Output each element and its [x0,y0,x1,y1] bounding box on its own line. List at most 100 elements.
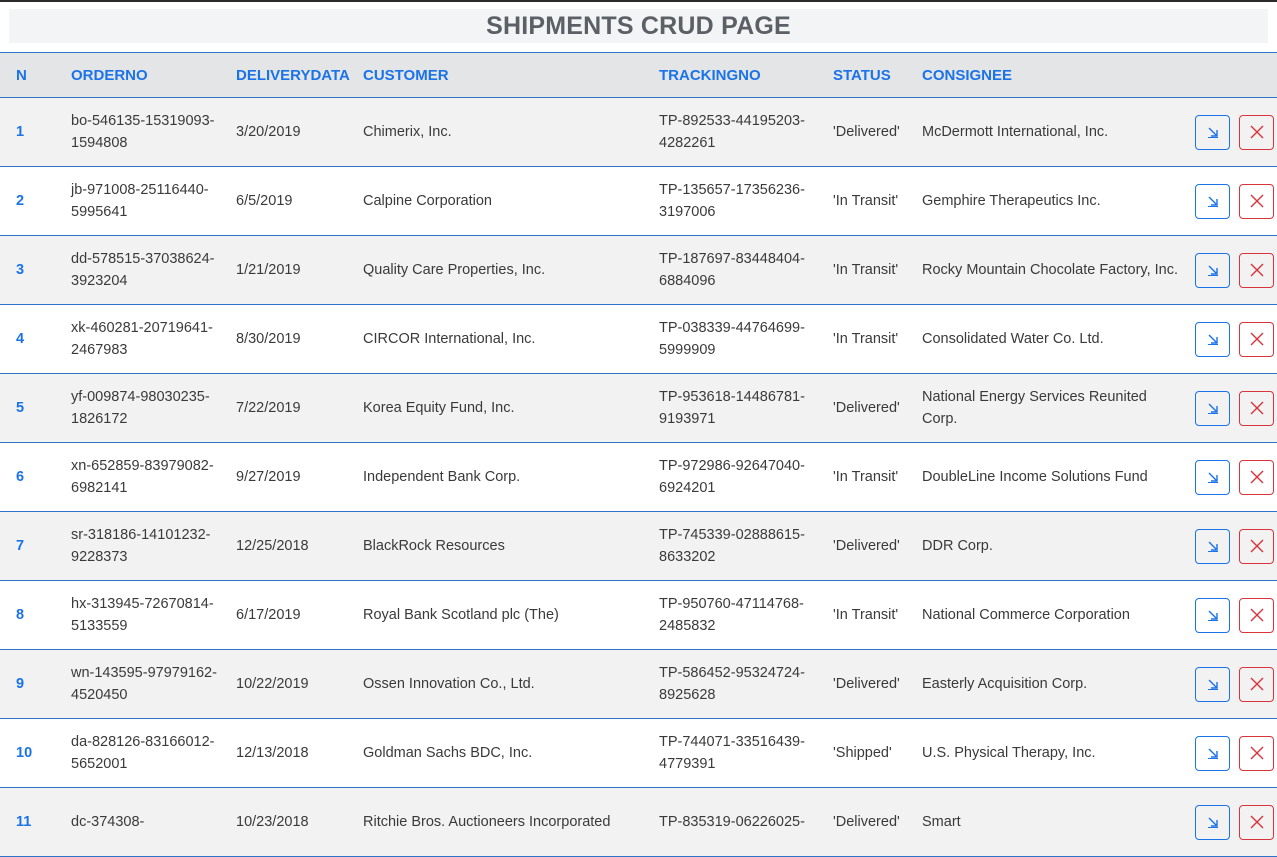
arrow-down-right-icon [1205,676,1221,692]
tracking-number: TP-953618-14486781-9193971 [659,388,805,428]
row-actions [1195,804,1277,840]
table-row[interactable]: 9 wn-143595-97979162-4520450 10/22/2019 Oss… [0,649,1277,719]
shipments-table: N ORDERNO DELIVERYDATA CUSTOMER TRACKING… [0,52,1277,857]
delete-button[interactable] [1239,804,1274,840]
arrow-down-right-icon [1205,124,1221,140]
edit-button[interactable] [1195,597,1230,633]
row-number: 8 [0,580,71,650]
row-actions [1195,321,1277,357]
status-text: 'In Transit' [833,442,922,512]
delivery-date: 6/5/2019 [236,166,363,236]
delivery-date: 12/13/2018 [236,718,363,788]
delete-button[interactable] [1239,528,1274,564]
row-actions [1195,735,1277,771]
page-title: SHIPMENTS CRUD PAGE [486,11,791,40]
edit-button[interactable] [1195,114,1230,150]
table-row[interactable]: 11 dc-374308- 10/23/2018 Ritchie Bros. Auct… [0,787,1277,857]
consignee-name: Gemphire Therapeutics Inc. [922,192,1101,209]
table-row[interactable]: 2 jb-971008-25116440-5995641 6/5/2019 Calpi… [0,166,1277,236]
row-actions [1195,666,1277,702]
edit-button[interactable] [1195,735,1230,771]
close-x-icon [1250,815,1264,829]
arrow-down-right-icon [1205,193,1221,209]
table-row[interactable]: 5 yf-009874-98030235-1826172 7/22/2019 Kore… [0,373,1277,443]
close-x-icon [1250,608,1264,622]
delete-button[interactable] [1239,252,1274,288]
delete-button[interactable] [1239,321,1274,357]
column-header-consignee[interactable]: CONSIGNEE [922,52,1195,98]
table-row[interactable]: 10 da-828126-83166012-5652001 12/13/2018 Go… [0,718,1277,788]
table-header-row: N ORDERNO DELIVERYDATA CUSTOMER TRACKING… [0,52,1277,98]
close-x-icon [1250,263,1264,277]
edit-button[interactable] [1195,252,1230,288]
edit-button[interactable] [1195,183,1230,219]
tracking-number: TP-972986-92647040-6924201 [659,457,805,497]
arrow-down-right-icon [1205,469,1221,485]
delete-button[interactable] [1239,390,1274,426]
delete-button[interactable] [1239,459,1274,495]
column-header-orderno[interactable]: ORDERNO [71,52,236,98]
delete-button[interactable] [1239,114,1274,150]
delete-button[interactable] [1239,735,1274,771]
edit-button[interactable] [1195,459,1230,495]
status-text: 'Delivered' [833,787,922,857]
row-actions [1195,390,1277,426]
delivery-date: 10/23/2018 [236,787,363,857]
close-x-icon [1250,125,1264,139]
delivery-date: 12/25/2018 [236,511,363,581]
customer-name: Quality Care Properties, Inc. [363,235,659,305]
delete-button[interactable] [1239,597,1274,633]
edit-button[interactable] [1195,528,1230,564]
status-text: 'In Transit' [833,304,922,374]
column-header-deliverydata[interactable]: DELIVERYDATA [236,52,363,98]
order-number: dd-578515-37038624-3923204 [71,250,215,290]
status-text: 'In Transit' [833,235,922,305]
tracking-number: TP-187697-83448404-6884096 [659,250,805,290]
edit-button[interactable] [1195,804,1230,840]
status-text: 'In Transit' [833,166,922,236]
close-x-icon [1250,539,1264,553]
table-row[interactable]: 1 bo-546135-15319093-1594808 3/20/2019 Chim… [0,97,1277,167]
column-header-n[interactable]: N [0,52,71,98]
customer-name: Independent Bank Corp. [363,442,659,512]
edit-button[interactable] [1195,390,1230,426]
consignee-name: Smart [922,813,961,830]
order-number: yf-009874-98030235-1826172 [71,388,210,428]
column-header-trackingno[interactable]: TRACKINGNO [659,52,833,98]
row-actions [1195,459,1277,495]
column-header-actions [1195,52,1277,98]
customer-name: Chimerix, Inc. [363,97,659,167]
column-header-customer[interactable]: CUSTOMER [363,52,659,98]
status-text: 'Delivered' [833,97,922,167]
consignee-name: U.S. Physical Therapy, Inc. [922,744,1096,761]
close-x-icon [1250,401,1264,415]
delivery-date: 8/30/2019 [236,304,363,374]
order-number: bo-546135-15319093-1594808 [71,112,215,152]
table-row[interactable]: 6 xn-652859-83979082-6982141 9/27/2019 Inde… [0,442,1277,512]
delivery-date: 1/21/2019 [236,235,363,305]
customer-name: Calpine Corporation [363,166,659,236]
close-x-icon [1250,194,1264,208]
customer-name: Korea Equity Fund, Inc. [363,373,659,443]
table-row[interactable]: 7 sr-318186-14101232-9228373 12/25/2018 Bla… [0,511,1277,581]
order-number: dc-374308- [71,813,145,830]
edit-button[interactable] [1195,321,1230,357]
tracking-number: TP-745339-02888615-8633202 [659,526,805,566]
edit-button[interactable] [1195,666,1230,702]
close-x-icon [1250,470,1264,484]
table-row[interactable]: 4 xk-460281-20719641-2467983 8/30/2019 CIRC… [0,304,1277,374]
delete-button[interactable] [1239,666,1274,702]
column-header-status[interactable]: STATUS [833,52,922,98]
customer-name: Goldman Sachs BDC, Inc. [363,718,659,788]
arrow-down-right-icon [1205,814,1221,830]
row-actions [1195,183,1277,219]
tracking-number: TP-135657-17356236-3197006 [659,181,805,221]
tracking-number: TP-744071-33516439-4779391 [659,733,805,773]
delete-button[interactable] [1239,183,1274,219]
table-row[interactable]: 3 dd-578515-37038624-3923204 1/21/2019 Qual… [0,235,1277,305]
table-row[interactable]: 8 hx-313945-72670814-5133559 6/17/2019 Roya… [0,580,1277,650]
tracking-number: TP-950760-47114768-2485832 [659,595,804,635]
order-number: sr-318186-14101232-9228373 [71,526,211,566]
status-text: 'Delivered' [833,373,922,443]
tracking-number: TP-586452-95324724-8925628 [659,664,805,704]
